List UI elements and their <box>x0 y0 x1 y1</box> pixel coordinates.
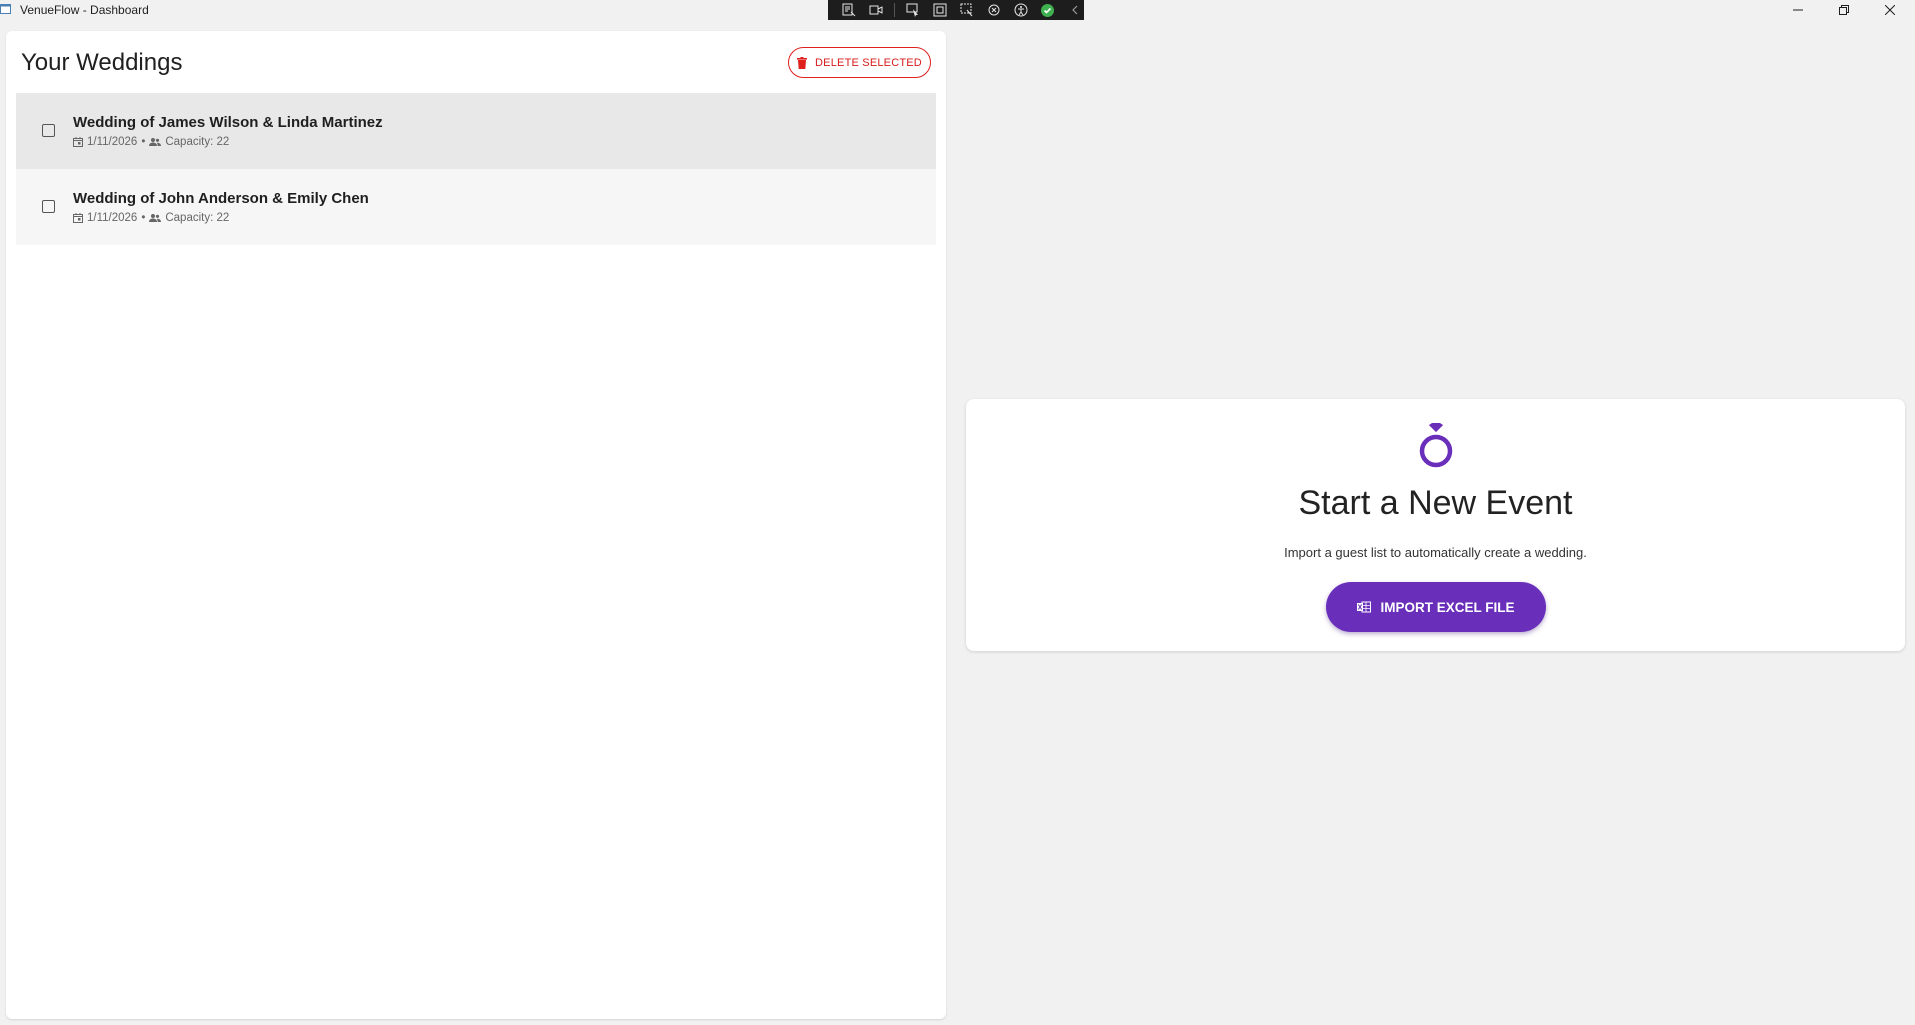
record-icon[interactable] <box>867 2 885 18</box>
wedding-title: Wedding of John Anderson & Emily Chen <box>73 190 369 207</box>
restore-icon <box>1839 5 1849 15</box>
restore-button[interactable] <box>1824 0 1864 20</box>
toolbar-separator <box>894 3 895 17</box>
wedding-checkbox[interactable] <box>42 124 55 137</box>
status-check-icon[interactable] <box>1039 2 1057 18</box>
wedding-date: 1/11/2026 <box>87 212 138 224</box>
wedding-title: Wedding of James Wilson & Linda Martinez <box>73 114 383 131</box>
new-event-subtitle: Import a guest list to automatically cre… <box>1284 545 1587 560</box>
wedding-list-item[interactable]: Wedding of John Anderson & Emily Chen 1/… <box>16 169 936 245</box>
wedding-list-item[interactable]: Wedding of James Wilson & Linda Martinez… <box>16 93 936 169</box>
new-event-card: Start a New Event Import a guest list to… <box>966 399 1905 651</box>
weddings-panel: Your Weddings DELETE SELECTED Wedding of… <box>6 31 946 1019</box>
debug-toolbar <box>828 0 1084 20</box>
wedding-item-text: Wedding of James Wilson & Linda Martinez… <box>73 114 383 149</box>
wedding-checkbox[interactable] <box>42 200 55 213</box>
trash-icon <box>797 56 808 69</box>
wedding-meta: 1/11/2026 • Capacity: 22 <box>73 211 369 225</box>
close-button[interactable] <box>1870 0 1910 20</box>
wedding-capacity: Capacity: 22 <box>165 136 230 148</box>
select-element-icon[interactable] <box>904 2 922 18</box>
window-title: VenueFlow - Dashboard <box>20 3 149 17</box>
new-event-title: Start a New Event <box>1298 484 1573 522</box>
hot-reload-icon[interactable] <box>985 2 1003 18</box>
track-focus-icon[interactable] <box>958 2 976 18</box>
people-icon <box>149 214 162 222</box>
wedding-date: 1/11/2026 <box>87 136 138 148</box>
excel-icon <box>1357 601 1372 613</box>
meta-separator: • <box>141 212 146 224</box>
page-title: Your Weddings <box>21 49 183 76</box>
wedding-meta: 1/11/2026 • Capacity: 22 <box>73 135 383 149</box>
title-bar: VenueFlow - Dashboard <box>0 0 1915 20</box>
minimize-icon <box>1793 9 1803 11</box>
collapse-chevron-icon[interactable] <box>1066 2 1084 18</box>
wedding-capacity: Capacity: 22 <box>165 212 230 224</box>
display-layout-icon[interactable] <box>931 2 949 18</box>
accessibility-icon[interactable] <box>1012 2 1030 18</box>
wedding-item-text: Wedding of John Anderson & Emily Chen 1/… <box>73 190 369 225</box>
calendar-icon <box>73 137 83 147</box>
minimize-button[interactable] <box>1778 0 1818 20</box>
import-excel-label: IMPORT EXCEL FILE <box>1380 599 1515 615</box>
close-icon <box>1885 5 1895 15</box>
delete-selected-label: DELETE SELECTED <box>815 56 922 69</box>
people-icon <box>149 138 162 146</box>
app-icon <box>0 4 11 14</box>
meta-separator: • <box>141 136 146 148</box>
delete-selected-button[interactable]: DELETE SELECTED <box>788 47 931 78</box>
ring-icon <box>1419 423 1453 468</box>
calendar-icon <box>73 213 83 223</box>
live-tree-icon[interactable] <box>840 2 858 18</box>
import-excel-button[interactable]: IMPORT EXCEL FILE <box>1326 582 1546 632</box>
wedding-list: Wedding of James Wilson & Linda Martinez… <box>16 93 936 245</box>
